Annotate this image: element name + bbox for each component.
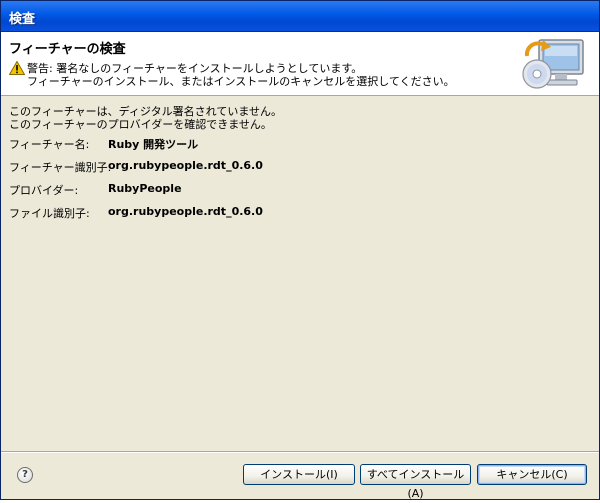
- header-title: フィーチャーの検査: [9, 42, 126, 57]
- feature-id-value: org.rubypeople.rdt_0.6.0: [108, 159, 263, 172]
- feature-name-value: Ruby 開発ツール: [108, 138, 199, 151]
- cancel-button[interactable]: キャンセル(C): [477, 464, 587, 485]
- unsigned-message-line2: このフィーチャーのプロバイダーを確認できません。: [9, 118, 272, 131]
- warning-icon: [9, 61, 25, 75]
- file-id-value: org.rubypeople.rdt_0.6.0: [108, 205, 263, 218]
- feature-id-label: フィーチャー識別子:: [9, 161, 112, 174]
- file-id-label: ファイル識別子:: [9, 207, 90, 220]
- window-title: 検査: [9, 12, 36, 27]
- feature-name-label: フィーチャー名:: [9, 138, 90, 151]
- warning-message-line2: フィーチャーのインストール、またはインストールのキャンセルを選択してください。: [27, 75, 455, 88]
- provider-label: プロバイダー:: [9, 184, 79, 197]
- help-icon[interactable]: ?: [17, 467, 33, 483]
- dialog-header: フィーチャーの検査 警告: 署名なしのフィーチャーをインストールしようとしていま…: [1, 32, 599, 96]
- inspection-dialog: 検査 フィーチャーの検査 警告: 署名なしのフィーチャーをインストールしようとし…: [0, 0, 600, 500]
- provider-value: RubyPeople: [108, 182, 182, 195]
- dialog-body: このフィーチャーは、ディジタル署名されていません。 このフィーチャーのプロバイダ…: [1, 96, 599, 451]
- install-all-button[interactable]: すべてインストール(A): [360, 464, 471, 500]
- title-bar[interactable]: 検査: [1, 1, 599, 32]
- install-computer-cd-icon: [522, 39, 584, 89]
- footer-divider: [1, 451, 599, 453]
- install-button[interactable]: インストール(I): [243, 464, 355, 485]
